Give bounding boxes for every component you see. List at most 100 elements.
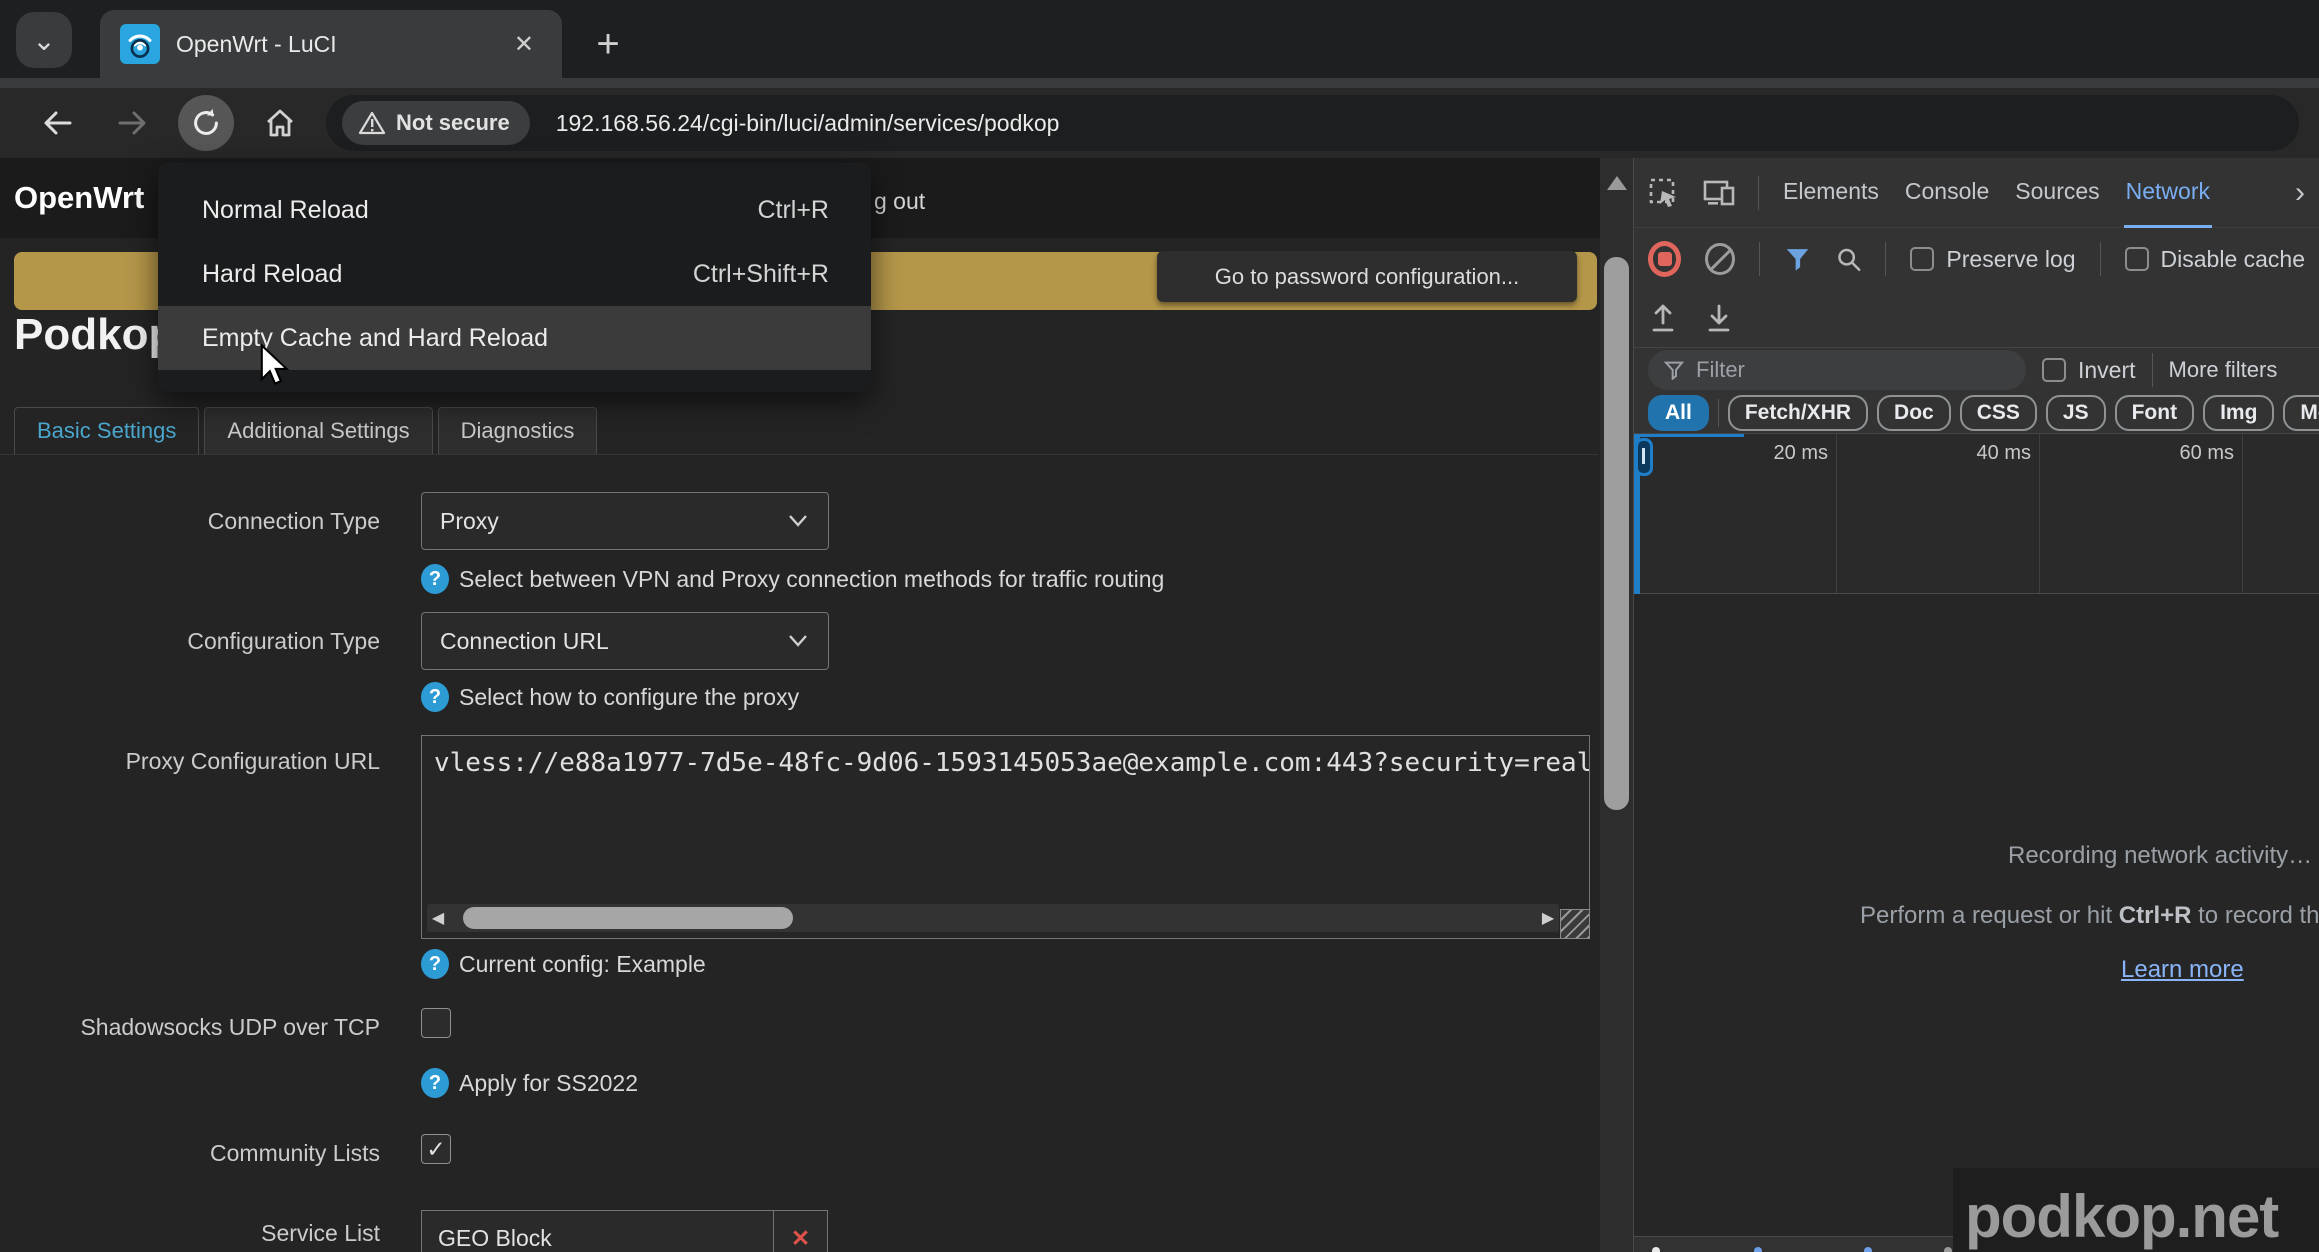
configuration-type-help: ? Select how to configure the proxy (421, 682, 799, 712)
divider (1758, 176, 1759, 210)
clear-network-log-icon[interactable] (1705, 243, 1734, 275)
help-icon[interactable]: ? (421, 1068, 449, 1098)
tab-diagnostics[interactable]: Diagnostics (438, 407, 598, 455)
browser-tab[interactable]: OpenWrt - LuCI ✕ (100, 10, 562, 78)
disable-cache-toggle[interactable]: Disable cache (2125, 246, 2305, 273)
chip-js[interactable]: JS (2046, 395, 2106, 431)
tab-basic-settings[interactable]: Basic Settings (14, 407, 199, 455)
export-har-icon[interactable] (1704, 303, 1734, 335)
tab-search-button[interactable]: ⌄ (16, 12, 72, 68)
proxy-url-textarea[interactable]: vless://e88a1977-7d5e-48fc-9d06-15931450… (421, 735, 1590, 939)
devtools-tab-console[interactable]: Console (1903, 158, 1991, 228)
device-toolbar-icon[interactable] (1702, 178, 1736, 208)
network-filter-row: Filter Invert More filters (1634, 348, 2319, 392)
podkop-watermark: podkop.net (1953, 1168, 2319, 1252)
import-har-icon[interactable] (1648, 303, 1678, 335)
invert-checkbox[interactable] (2042, 358, 2066, 382)
disable-cache-checkbox[interactable] (2125, 247, 2149, 271)
connection-type-select[interactable]: Proxy (421, 492, 829, 550)
chip-media[interactable]: Media (2283, 395, 2319, 431)
remove-entry-button[interactable]: ✕ (773, 1211, 827, 1252)
chip-font[interactable]: Font (2115, 395, 2194, 431)
status-dot-icon (1944, 1247, 1952, 1252)
menu-item-normal-reload[interactable]: Normal Reload Ctrl+R (158, 178, 871, 242)
inspect-element-icon[interactable] (1648, 177, 1680, 209)
proxy-url-value: vless://e88a1977-7d5e-48fc-9d06-15931450… (422, 736, 1589, 790)
network-overview-timeline[interactable]: 20 ms 40 ms 60 ms (1634, 434, 2319, 594)
new-tab-button[interactable]: + (582, 18, 634, 70)
scroll-up-icon[interactable] (1607, 176, 1627, 190)
chip-all[interactable]: All (1648, 395, 1709, 431)
tab-additional-settings[interactable]: Additional Settings (204, 407, 432, 455)
page-scrollbar[interactable] (1600, 158, 1633, 1252)
chip-img[interactable]: Img (2203, 395, 2274, 431)
scroll-left-icon[interactable]: ◀ (427, 908, 449, 928)
status-dot-icon (1864, 1247, 1872, 1252)
timeline-tick: 60 ms (2040, 434, 2243, 593)
help-icon[interactable]: ? (421, 682, 449, 712)
har-toolbar (1634, 290, 2319, 348)
chevron-down-icon (786, 513, 810, 529)
page-tabs: Basic Settings Additional Settings Diagn… (14, 407, 597, 455)
divider (2100, 242, 2101, 276)
logout-partial-text[interactable]: g out (874, 188, 925, 215)
openwrt-favicon-icon (120, 24, 160, 64)
chip-doc[interactable]: Doc (1877, 395, 1951, 431)
chrome-separator (0, 78, 2319, 88)
configuration-type-value: Connection URL (440, 628, 609, 655)
perform-request-text: Perform a request or hit Ctrl+R to recor… (1860, 902, 2319, 930)
url-text[interactable]: 192.168.56.24/cgi-bin/luci/admin/service… (556, 110, 1060, 137)
record-network-log-icon[interactable] (1648, 241, 1681, 277)
filter-placeholder: Filter (1696, 357, 1745, 383)
devtools-tab-network[interactable]: Network (2124, 158, 2212, 228)
preserve-log-checkbox[interactable] (1910, 247, 1934, 271)
proxy-url-label: Proxy Configuration URL (0, 748, 380, 775)
preserve-log-toggle[interactable]: Preserve log (1910, 246, 2075, 273)
textarea-resize-handle[interactable] (1560, 909, 1590, 939)
scrollbar-thumb[interactable] (463, 907, 793, 929)
password-config-button[interactable]: Go to password configuration... (1157, 251, 1577, 302)
home-button[interactable] (252, 95, 308, 151)
page-scrollbar-thumb[interactable] (1604, 257, 1629, 810)
timeline-drag-handle[interactable] (1635, 438, 1653, 476)
ss-udp-label: Shadowsocks UDP over TCP (0, 1014, 380, 1041)
service-list-input[interactable]: GEO Block (422, 1211, 773, 1252)
help-text: Select between VPN and Proxy connection … (459, 566, 1164, 593)
menu-item-label: Hard Reload (202, 260, 342, 289)
timeline-tick: 20 ms (1634, 434, 1837, 593)
devtools-tab-bar: Elements Console Sources Network › (1634, 158, 2319, 228)
menu-item-hard-reload[interactable]: Hard Reload Ctrl+Shift+R (158, 242, 871, 306)
scroll-right-icon[interactable]: ▶ (1537, 908, 1559, 928)
more-filters-button[interactable]: More filters (2169, 357, 2278, 383)
textarea-horizontal-scrollbar[interactable]: ◀ ▶ (427, 904, 1559, 932)
search-icon[interactable] (1835, 244, 1862, 274)
filter-funnel-icon[interactable] (1784, 244, 1811, 274)
menu-item-label: Empty Cache and Hard Reload (202, 324, 548, 353)
network-toolbar: Preserve log Disable cache (1634, 228, 2319, 290)
devtools-tab-sources[interactable]: Sources (2013, 158, 2101, 228)
invert-filter-toggle[interactable]: Invert (2042, 357, 2136, 384)
learn-more-link[interactable]: Learn more (2121, 956, 2244, 984)
community-lists-checkbox[interactable]: ✓ (421, 1134, 451, 1164)
back-button[interactable] (30, 95, 86, 151)
more-tabs-icon[interactable]: › (2295, 176, 2305, 210)
not-secure-chip[interactable]: Not secure (342, 101, 530, 145)
reload-button[interactable] (178, 95, 234, 151)
chip-fetch-xhr[interactable]: Fetch/XHR (1728, 395, 1868, 431)
address-bar[interactable]: Not secure 192.168.56.24/cgi-bin/luci/ad… (326, 95, 2299, 151)
configuration-type-select[interactable]: Connection URL (421, 612, 829, 670)
forward-arrow-icon (114, 105, 150, 141)
devtools-tab-elements[interactable]: Elements (1781, 158, 1881, 228)
openwrt-brand[interactable]: OpenWrt (14, 180, 144, 216)
forward-button[interactable] (104, 95, 160, 151)
help-icon[interactable]: ? (421, 949, 449, 979)
network-filter-input[interactable]: Filter (1648, 350, 2026, 390)
back-arrow-icon (40, 105, 76, 141)
scrollbar-track[interactable] (449, 904, 1537, 932)
chevron-down-icon (786, 633, 810, 649)
help-text: Select how to configure the proxy (459, 684, 799, 711)
help-icon[interactable]: ? (421, 564, 449, 594)
chip-css[interactable]: CSS (1960, 395, 2037, 431)
tab-close-icon[interactable]: ✕ (506, 26, 542, 63)
ss-udp-checkbox[interactable] (421, 1008, 451, 1038)
